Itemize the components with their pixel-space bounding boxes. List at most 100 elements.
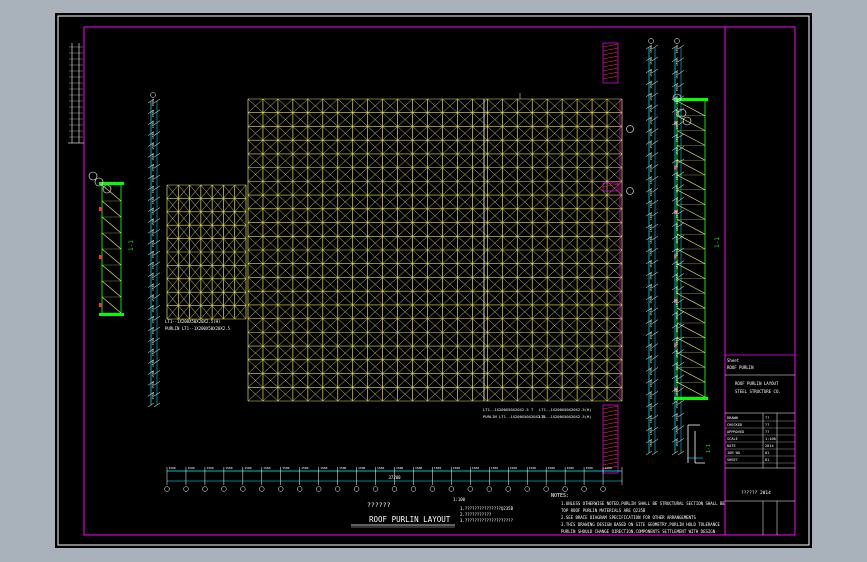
left-dim-label: 1500 — [151, 110, 155, 117]
bottom-dim-label: 1500 — [206, 466, 213, 470]
title-block-company: STEEL STRUCTURE CO. — [735, 389, 781, 394]
left-dim-label: 1500 — [151, 294, 155, 301]
right-dim-b-label: 1500 — [675, 71, 679, 78]
left-dim-label: 1500 — [151, 99, 155, 106]
left-dim-label: 1500 — [151, 305, 155, 312]
bottom-axis-bubble — [486, 486, 492, 492]
edge-strip-box — [602, 42, 619, 84]
right-dim-b-label: 1500 — [675, 211, 679, 218]
left-truss-elevation — [88, 171, 124, 316]
cad-drawing[interactable]: Sheet ROOF PURLIN ROOF PURLIN LAYOUT STE… — [55, 13, 812, 548]
right-dim-b-label: 1500 — [675, 198, 679, 205]
bottom-dim-label: 1500 — [434, 466, 441, 470]
bottom-axis-bubble — [600, 486, 606, 492]
edge-strip-hatch — [602, 413, 619, 418]
left-dim-label: 1500 — [151, 153, 155, 160]
bottom-axis-bubble — [202, 486, 208, 492]
right-dim-b-label: 1500 — [675, 262, 679, 269]
left-dim-label: 1500 — [151, 316, 155, 323]
right-dim-b-label: 1500 — [675, 427, 679, 434]
right-dim-label: 1500 — [649, 141, 653, 148]
scale-note: 1:100 — [453, 497, 466, 502]
right-dim-label: 1500 — [649, 356, 653, 363]
right-dim-b-label: 1500 — [675, 97, 679, 104]
title-block-row-value: 1:100 — [765, 437, 776, 441]
right-dim-b-label: 1500 — [675, 224, 679, 231]
edge-strip-hatch — [602, 433, 619, 438]
right-dim-label: 1500 — [649, 46, 653, 53]
bottom-axis-bubble — [429, 486, 436, 492]
bottom-dim-label: 1500 — [244, 466, 251, 470]
main-bottom-right-label-1: LT1--1X200X50X20X2.5(H) — [539, 407, 592, 412]
bottom-axis-bubble — [278, 486, 284, 492]
bottom-dim-label: 1500 — [586, 466, 593, 470]
bottom-dim-label: 1500 — [187, 466, 194, 470]
left-truss-web — [101, 248, 122, 266]
bottom-axis-bubble — [334, 486, 341, 492]
right-dim-b-label: 1500 — [675, 84, 679, 91]
bottom-axis-bubble — [391, 486, 398, 492]
right-dim-label: 1500 — [649, 296, 653, 303]
right-truss-bottom-plate — [674, 397, 708, 400]
title-block-row-key: JOB NO — [727, 451, 740, 455]
bottom-dim-label: 1500 — [453, 466, 460, 470]
right-dim-b-label: 1500 — [675, 147, 679, 154]
general-notes: NOTES: 1.UNLESS OTHERWISE NOTED,PURLIN S… — [551, 493, 725, 534]
title-block-row-value: 2014 — [765, 444, 774, 448]
legend-line-2: 2.??????????? — [460, 512, 492, 517]
right-dim-label: 1500 — [649, 129, 653, 136]
drawing-title: ?????? ROOF PURLIN LAYOUT 1:100 — [351, 497, 466, 528]
left-dim-label: 1500 — [151, 229, 155, 236]
bottom-axis-bubble — [372, 486, 379, 492]
bottom-axis-bubble — [316, 486, 322, 492]
edge-strip-hatch — [602, 449, 619, 454]
left-dim-label: 1500 — [151, 142, 155, 149]
bottom-axis-bubble — [353, 486, 360, 492]
left-truss-web — [101, 184, 122, 202]
left-truss-web — [101, 296, 122, 314]
legend-notes: 1.???????????????Q235B 2.??????????? 3.?… — [460, 506, 514, 523]
edge-strip-hatch — [602, 67, 619, 72]
title-block-stamp: ?????? 2014 — [741, 490, 771, 496]
bottom-axis-bubble — [524, 486, 530, 492]
edge-strip-hatch — [602, 461, 619, 466]
left-truss-node-mark — [99, 303, 102, 307]
left-dim-label: 1500 — [151, 175, 155, 182]
edge-strip — [602, 42, 621, 474]
left-dim-label: 1500 — [151, 164, 155, 171]
right-dim-label: 1500 — [649, 260, 653, 267]
bottom-dim-label: 1500 — [282, 466, 289, 470]
right-dim-label: 1500 — [649, 117, 653, 124]
right-dim-b-label: 1500 — [675, 363, 679, 370]
right-dim-label: 1500 — [649, 368, 653, 375]
edge-strip-hatch — [602, 405, 619, 410]
right-dim-label: 1500 — [649, 105, 653, 112]
right-dim-label: 1500 — [649, 320, 653, 327]
right-dim-b-label: 1500 — [675, 160, 679, 167]
main-bottom-left-label-1: LT1--1X200X50X20X2.5 T — [483, 407, 534, 412]
left-dim-label: 1500 — [151, 251, 155, 258]
left-truss-axis-bubble — [88, 171, 98, 181]
notes-heading: NOTES: — [551, 493, 569, 499]
left-dim-label: 1500 — [151, 273, 155, 280]
left-truss-web — [101, 264, 122, 282]
bottom-dim-label: 1500 — [169, 466, 176, 470]
left-truss-bottom-plate — [99, 313, 124, 316]
title-block-row-value: ?? — [765, 423, 769, 427]
right-dim-label: 1500 — [649, 237, 653, 244]
right-dim-label: 1500 — [649, 380, 653, 387]
left-dimension-chain: 1500 1500 1500 1500 1500 1500 1500 1500 1500 1500… — [147, 92, 161, 408]
left-dim-label: 1500 — [151, 262, 155, 269]
left-dim-label: 1500 — [151, 218, 155, 225]
edge-strip-hatch — [602, 445, 619, 450]
right-dim-label: 1500 — [649, 201, 653, 208]
bottom-axis-bubble — [221, 486, 227, 492]
right-dim-b-label: 1500 — [675, 122, 679, 129]
left-truss-web — [101, 200, 122, 218]
title-block-row-key: SCALE — [727, 437, 738, 441]
main-purlin-grid — [247, 93, 623, 402]
right-dim-b-label: 1500 — [675, 312, 679, 319]
bottom-dim-label: 1500 — [605, 466, 612, 470]
right-dim-b-label: 1500 — [675, 173, 679, 180]
title-block-row-key: DRAWN — [727, 416, 738, 420]
